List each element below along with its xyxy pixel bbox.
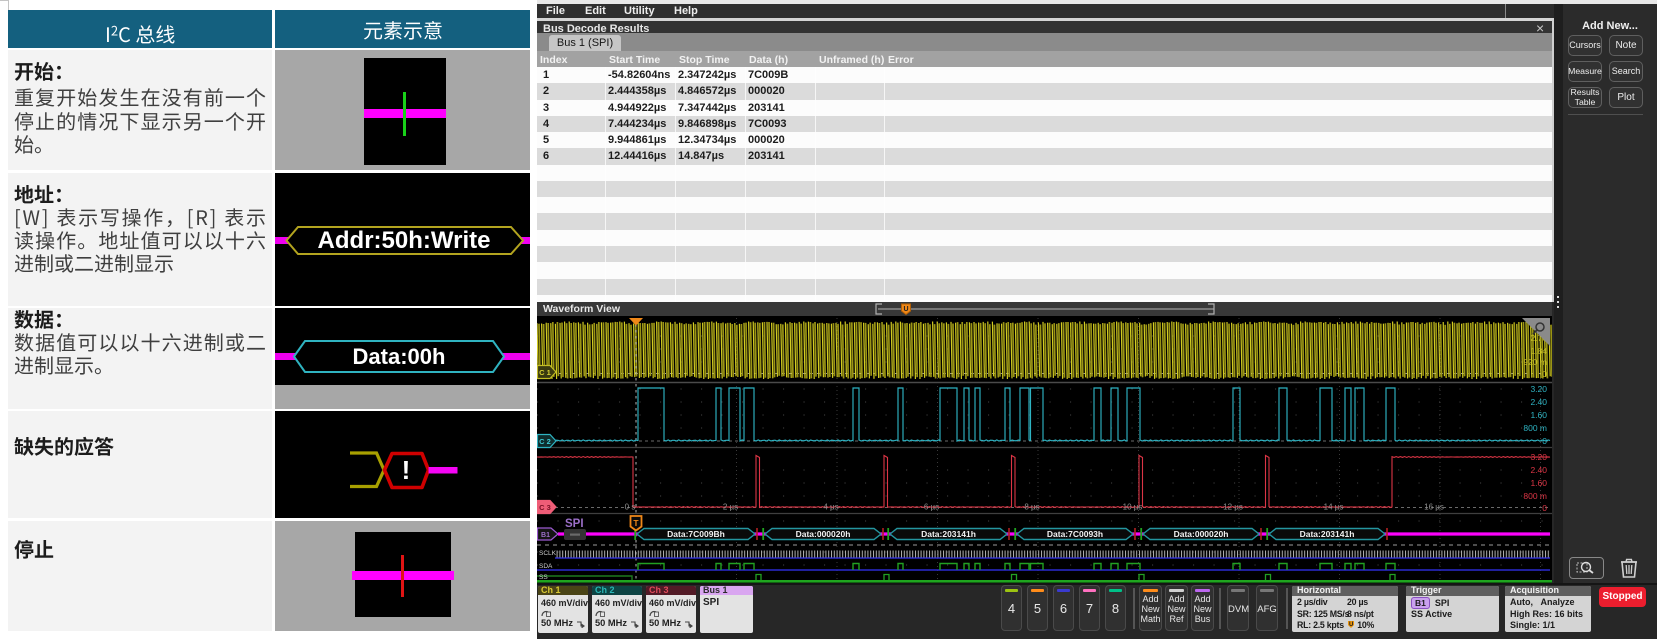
svg-text:2.40: 2.40: [1530, 465, 1547, 475]
svg-text:!: !: [402, 455, 411, 485]
svg-text:6 µs: 6 µs: [924, 503, 939, 512]
svg-text:16 µs: 16 µs: [1424, 503, 1444, 512]
svg-text:U: U: [903, 306, 908, 313]
svg-text:800 m: 800 m: [1523, 423, 1547, 433]
svg-text:Data:7C009Bh: Data:7C009Bh: [667, 529, 725, 539]
svg-text:Data:000020h: Data:000020h: [1174, 529, 1229, 539]
svg-text:Data:203141h: Data:203141h: [1300, 529, 1355, 539]
svg-text:8 µs: 8 µs: [1024, 503, 1039, 512]
svg-text:1.60: 1.60: [1530, 478, 1547, 488]
svg-text:C 3: C 3: [539, 503, 551, 512]
svg-text:C 1: C 1: [539, 368, 551, 377]
svg-text:SDA: SDA: [539, 563, 553, 570]
svg-text:0: 0: [1542, 436, 1547, 446]
svg-text:0: 0: [1542, 369, 1547, 379]
svg-text:U: U: [1349, 622, 1353, 628]
svg-text:2.40: 2.40: [1530, 397, 1547, 407]
svg-text:0 s: 0 s: [625, 503, 636, 512]
svg-text:10 µs: 10 µs: [1123, 503, 1143, 512]
svg-text:Data:7C0093h: Data:7C0093h: [1047, 529, 1103, 539]
svg-text:14 µs: 14 µs: [1324, 503, 1344, 512]
svg-text:12 µs: 12 µs: [1223, 503, 1243, 512]
svg-text:800 m: 800 m: [1523, 491, 1547, 501]
svg-text:Data:000020h: Data:000020h: [796, 529, 851, 539]
svg-text:1.84: 1.84: [1530, 346, 1547, 356]
svg-text:0: 0: [1542, 503, 1547, 513]
svg-text:SPI: SPI: [565, 518, 584, 530]
svg-text:B1: B1: [541, 532, 550, 539]
svg-text:4 µs: 4 µs: [823, 503, 838, 512]
svg-text:Addr:50h:Write: Addr:50h:Write: [318, 227, 491, 254]
svg-text:1.60: 1.60: [1530, 410, 1547, 420]
svg-text:3.20: 3.20: [1530, 384, 1547, 394]
svg-text:2 µs: 2 µs: [723, 503, 738, 512]
svg-text:SCLK: SCLK: [539, 550, 557, 557]
svg-text:C 2: C 2: [539, 437, 551, 446]
svg-text:T: T: [633, 518, 639, 528]
svg-text:Data:203141h: Data:203141h: [921, 529, 976, 539]
svg-text:920 m: 920 m: [1523, 357, 1547, 367]
svg-text:Data:00h: Data:00h: [353, 344, 446, 369]
svg-text:SS: SS: [539, 574, 548, 581]
svg-text:3.20: 3.20: [1530, 452, 1547, 462]
